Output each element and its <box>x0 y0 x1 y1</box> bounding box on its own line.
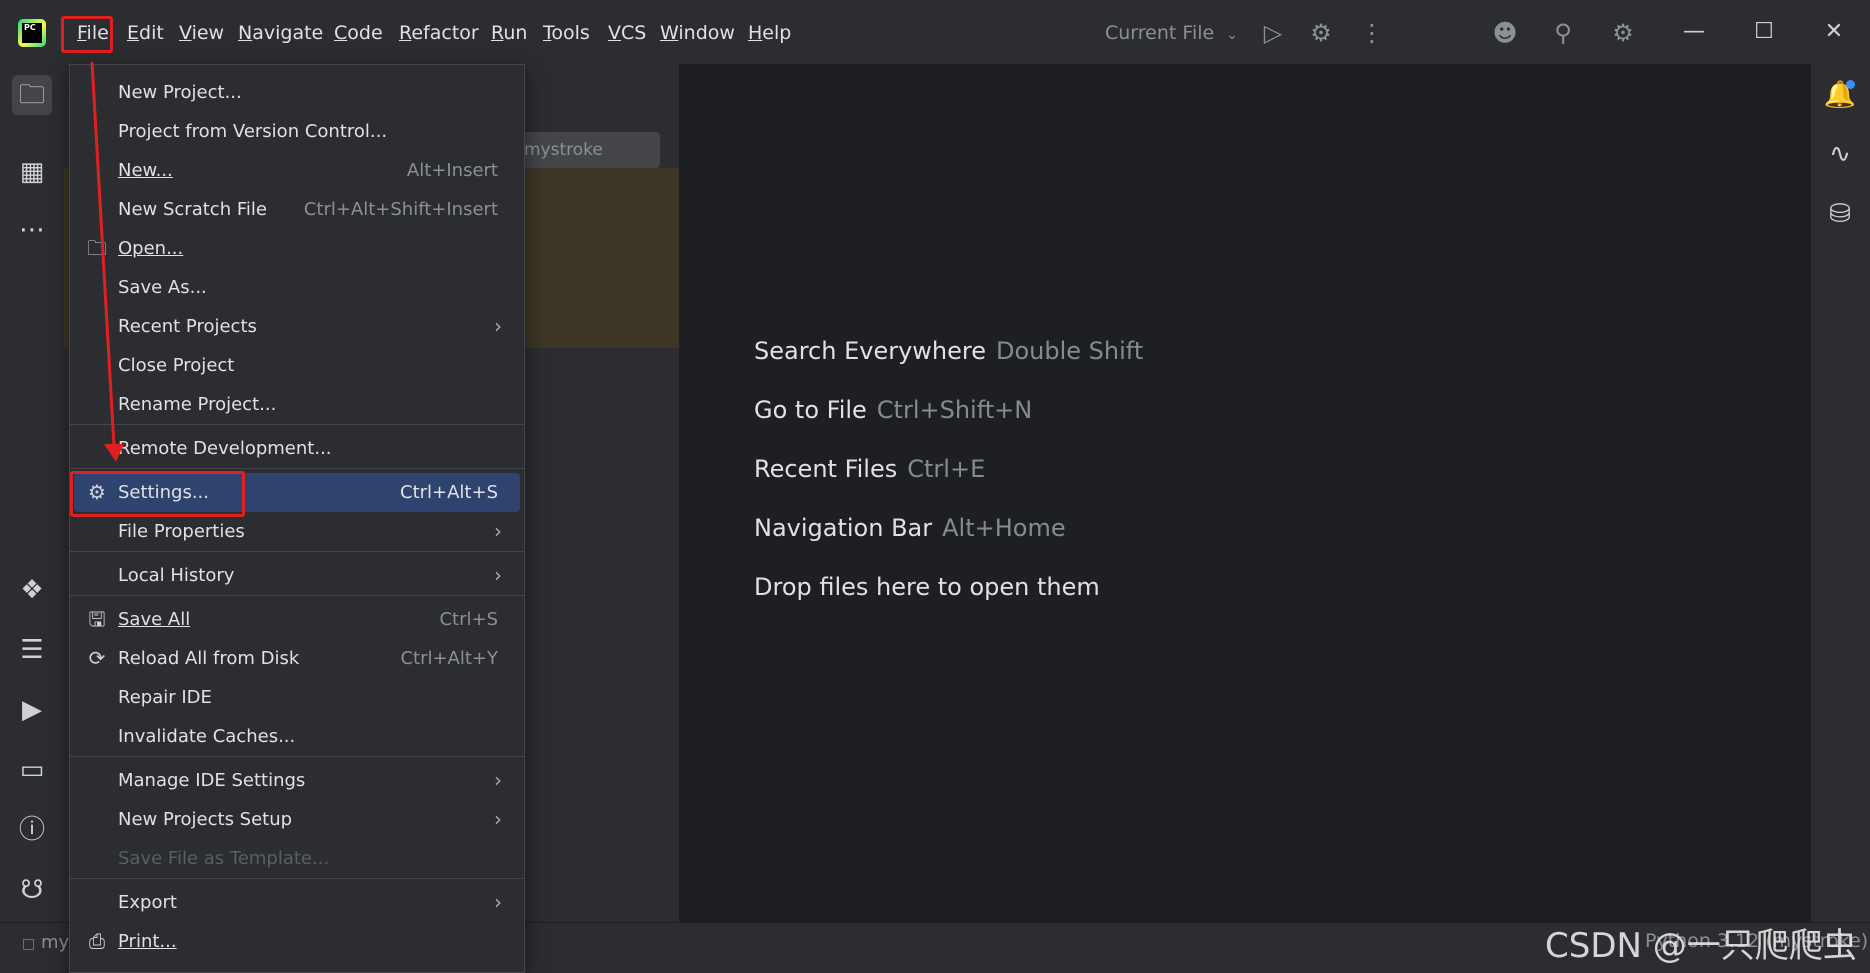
run-icon[interactable]: ▷ <box>1258 19 1288 47</box>
hint-search-everywhere: Search Everywhere Double Shift <box>754 337 1143 365</box>
menu-separator <box>70 756 524 757</box>
menu-edit[interactable]: Edit <box>127 20 164 46</box>
terminal-icon[interactable]: ▭ <box>12 750 52 790</box>
menu-item-print[interactable]: ⎙ Print... <box>70 922 524 961</box>
add-user-icon[interactable]: ☻ <box>1488 19 1522 47</box>
pycharm-logo-icon[interactable]: PC <box>18 19 46 47</box>
ai-assistant-icon[interactable]: ∿ <box>1820 134 1860 174</box>
menu-item-reload-all[interactable]: ⟳ Reload All from Disk Ctrl+Alt+Y <box>70 639 524 678</box>
menu-item-rename-project[interactable]: Rename Project... <box>70 385 524 424</box>
menu-item-open[interactable]: 🗀 Open... <box>70 229 524 268</box>
python-packages-icon[interactable]: ☰ <box>12 630 52 670</box>
menu-tools[interactable]: Tools <box>543 20 590 46</box>
file-menu-annotation-box <box>61 16 113 53</box>
project-square-icon: □ <box>22 936 36 952</box>
menu-item-project-from-vcs[interactable]: Project from Version Control... <box>70 112 524 151</box>
hint-key: Alt+Home <box>942 514 1066 542</box>
menu-item-save-file-as-template: Save File as Template... <box>118 848 330 869</box>
settings-annotation-box <box>70 471 245 517</box>
hint-label: Navigation Bar <box>754 514 933 542</box>
structure-icon[interactable]: ▦ <box>12 152 52 192</box>
menu-separator <box>70 878 524 879</box>
hint-drop-files: Drop files here to open them <box>754 573 1100 601</box>
menu-code[interactable]: Code <box>334 20 383 46</box>
chevron-right-icon: › <box>494 563 502 587</box>
database-icon[interactable]: ⛁ <box>1820 194 1860 234</box>
menu-item-save-all[interactable]: 🖫 Save All Ctrl+S <box>70 600 524 639</box>
left-tool-window-bar <box>0 64 65 924</box>
chevron-right-icon: › <box>494 519 502 543</box>
menu-item-save-as[interactable]: Save As... <box>70 268 524 307</box>
menu-item-new[interactable]: New... Alt+Insert <box>70 151 524 190</box>
hint-label: Search Everywhere <box>754 337 986 365</box>
right-tool-window-bar <box>1810 64 1870 924</box>
more-tools-icon[interactable]: ⋯ <box>12 210 52 250</box>
chevron-down-icon: ⌄ <box>1226 27 1238 43</box>
print-icon: ⎙ <box>89 929 105 953</box>
minimize-icon[interactable]: — <box>1674 18 1714 46</box>
git-icon[interactable]: ☋ <box>12 870 52 910</box>
problems-icon[interactable]: ⓘ <box>12 810 52 850</box>
hint-navigation-bar: Navigation Bar Alt+Home <box>754 514 1066 542</box>
run-config-label: Current File <box>1105 22 1215 44</box>
menu-help[interactable]: Help <box>748 20 791 46</box>
hint-key: Double Shift <box>996 337 1144 365</box>
search-icon[interactable]: ⚲ <box>1546 19 1580 47</box>
menu-refactor[interactable]: Refactor <box>399 20 479 46</box>
maximize-icon[interactable]: ☐ <box>1744 18 1784 46</box>
menu-separator <box>70 551 524 552</box>
menu-item-recent-projects[interactable]: Recent Projects › <box>70 307 524 346</box>
menu-item-export[interactable]: Export › <box>70 883 524 922</box>
project-folder-icon[interactable]: 🗀 <box>12 75 52 115</box>
watermark: CSDN @一只爬爬虫 <box>1545 926 1857 966</box>
python-console-icon[interactable]: ❖ <box>12 570 52 610</box>
menu-item-new-scratch-file[interactable]: New Scratch File Ctrl+Alt+Shift+Insert <box>70 190 524 229</box>
menu-item-local-history[interactable]: Local History › <box>70 556 524 595</box>
menu-navigate[interactable]: Navigate <box>238 20 323 46</box>
hint-go-to-file: Go to File Ctrl+Shift+N <box>754 396 1032 424</box>
hint-key: Ctrl+Shift+N <box>876 396 1033 424</box>
chevron-right-icon: › <box>494 807 502 831</box>
menu-item-new-projects-setup[interactable]: New Projects Setup › <box>70 800 524 839</box>
reload-icon: ⟳ <box>88 646 106 670</box>
menu-item-repair-ide[interactable]: Repair IDE <box>70 678 524 717</box>
hint-recent-files: Recent Files Ctrl+E <box>754 455 985 483</box>
editor-empty-area[interactable] <box>680 64 1810 924</box>
more-actions-icon[interactable]: ⋮ <box>1360 19 1384 47</box>
project-tree-root-chip[interactable]: mystroke <box>518 132 660 168</box>
hint-label: Recent Files <box>754 455 898 483</box>
logo-text: PC <box>22 23 42 43</box>
menu-separator <box>70 595 524 596</box>
menu-separator <box>70 468 524 469</box>
services-icon[interactable]: ▶ <box>12 690 52 730</box>
debug-icon[interactable]: ⚙ <box>1306 19 1336 47</box>
chevron-right-icon: › <box>494 768 502 792</box>
menu-item-manage-ide-settings[interactable]: Manage IDE Settings › <box>70 761 524 800</box>
menu-window[interactable]: Window <box>660 20 735 46</box>
menu-run[interactable]: Run <box>491 20 527 46</box>
chevron-right-icon: › <box>494 890 502 914</box>
menu-item-close-project[interactable]: Close Project <box>70 346 524 385</box>
status-project-name[interactable]: □ my <box>22 932 69 953</box>
menu-separator <box>70 424 524 425</box>
menu-item-invalidate-caches[interactable]: Invalidate Caches... <box>70 717 524 756</box>
menu-view[interactable]: View <box>179 20 224 46</box>
hint-label: Go to File <box>754 396 867 424</box>
run-configuration-selector[interactable]: Current File ⌄ <box>1105 20 1238 48</box>
menu-item-new-project[interactable]: New Project... <box>70 73 524 112</box>
close-icon[interactable]: ✕ <box>1814 18 1854 46</box>
menu-item-remote-development[interactable]: Remote Development... <box>70 429 524 468</box>
hint-key: Ctrl+E <box>907 455 986 483</box>
chevron-right-icon: › <box>494 314 502 338</box>
menu-vcs[interactable]: VCS <box>608 20 646 46</box>
menu-item-file-properties[interactable]: File Properties › <box>70 512 524 551</box>
settings-gear-icon[interactable]: ⚙ <box>1606 19 1640 47</box>
file-menu-dropdown: New Project... Project from Version Cont… <box>69 64 525 973</box>
save-icon: 🖫 <box>88 607 106 631</box>
hint-label: Drop files here to open them <box>754 573 1100 601</box>
notification-dot <box>1846 80 1855 89</box>
folder-icon: 🗀 <box>87 236 107 260</box>
